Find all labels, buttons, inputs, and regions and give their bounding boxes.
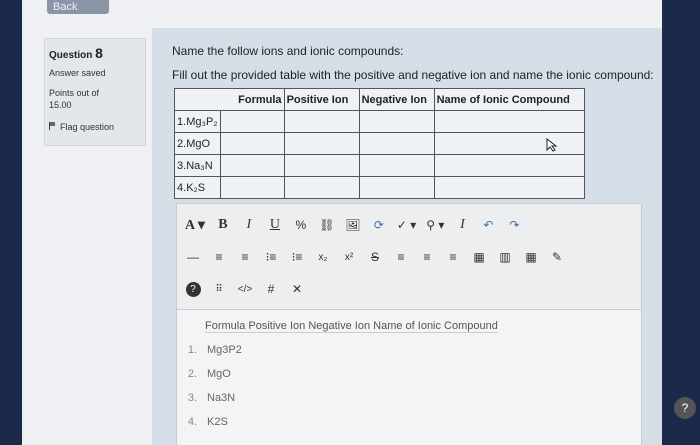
flag-question-link[interactable]: Flag question [49,122,114,132]
italic-button[interactable]: I [241,216,257,234]
back-button[interactable]: Back [47,0,109,14]
hash-icon[interactable]: # [263,280,279,298]
table-cell [433,110,585,133]
calculator-icon[interactable]: ▦ [523,248,539,266]
outdent-icon[interactable]: ≡ [419,248,435,266]
table-cell-formula: 3.Na₃N [174,154,221,177]
table-cell [283,154,360,177]
bold-button[interactable]: B [215,216,231,234]
table-cell [433,154,585,177]
numbered-list-icon[interactable]: ⁝≡ [289,248,305,266]
flag-icon [49,122,57,130]
table-cell [433,132,585,155]
table-icon[interactable]: ▦ [471,248,487,266]
table-header-row: Formula Positive Ion Negative Ion Name o… [174,88,585,111]
horizontal-rule-icon[interactable]: — [185,248,201,266]
table-cell [219,132,285,155]
table-row: 1.Mg₃P₂ [174,110,585,133]
bullet-list-icon[interactable]: ⁝≡ [263,248,279,266]
highlight-dropdown[interactable]: ✓ ▾ [397,216,416,234]
mouse-cursor-icon [546,138,558,152]
rich-text-editor: A ▾ B I U % ⛓ 🖼 ⟳ ✓ ▾ ⚲ ▾ I ↶ ↷ — ≡ ≡ ⁝≡… [176,203,642,445]
strikethrough-button[interactable]: S [367,248,383,266]
table-cell [358,154,435,177]
question-prompt-2: Fill out the provided table with the pos… [172,68,654,82]
table-cell [358,110,435,133]
indent-icon[interactable]: ≡ [393,248,409,266]
table-cell [219,110,285,133]
question-prompt-1: Name the follow ions and ionic compounds… [172,44,404,58]
undo-icon[interactable]: ↶ [480,216,496,234]
special-chars-icon[interactable]: ⠿ [211,280,227,298]
table-cell [219,176,285,199]
answer-status: Answer saved [49,68,106,78]
question-number-value: 8 [95,45,103,61]
image-icon[interactable]: 🖼 [345,216,361,234]
table-row: 4.K₂S [174,176,585,199]
table-header: Formula [174,88,285,111]
table-cell [358,176,435,199]
columns-icon[interactable]: ▥ [497,248,513,266]
flag-label: Flag question [60,122,115,132]
edit-icon[interactable]: ✎ [549,248,565,266]
font-color-dropdown[interactable]: A ▾ [185,216,205,234]
align-right-icon[interactable]: ≡ [237,248,253,266]
editor-toolbar-row-1: A ▾ B I U % ⛓ 🖼 ⟳ ✓ ▾ ⚲ ▾ I ↶ ↷ [185,214,532,236]
table-header: Positive Ion [283,88,360,111]
answer-table-header: Formula Positive Ion Negative Ion Name o… [205,320,498,333]
list-item: 2. MgO [187,368,231,380]
table-cell [358,132,435,155]
redo-icon[interactable]: ↷ [506,216,522,234]
help-icon: ? [185,281,201,297]
help-button[interactable]: ? [185,280,201,298]
html-source-icon[interactable]: </> [237,280,253,298]
link-icon[interactable]: % [293,216,309,234]
editor-toolbar-row-2: — ≡ ≡ ⁝≡ ⁝≡ x₂ x² S ≡ ≡ ≡ ▦ ▥ ▦ ✎ [185,246,575,268]
question-info-panel: Question 8 Answer saved Points out of 15… [44,38,146,146]
table-cell [219,154,285,177]
unlink-icon[interactable]: ⛓ [319,216,335,234]
screen: Back Question 8 Answer saved Points out … [22,0,662,445]
table-cell [283,176,360,199]
align-left-icon[interactable]: ≡ [211,248,227,266]
table-row: 2.MgO [174,132,585,155]
question-prefix: Question [49,50,93,61]
media-icon[interactable]: ⟳ [371,216,387,234]
background-color-dropdown[interactable]: ⚲ ▾ [426,216,444,234]
points-label: Points out of [49,88,100,98]
table-cell [283,110,360,133]
answer-text-area[interactable]: Formula Positive Ion Negative Ion Name o… [177,309,641,445]
subscript-button[interactable]: x₂ [315,248,331,266]
table-cell-formula: 4.K₂S [174,176,221,199]
table-cell-formula: 1.Mg₃P₂ [174,110,221,133]
table-header: Negative Ion [358,88,435,111]
help-fab[interactable]: ? [674,397,696,419]
table-cell [433,176,585,199]
list-item: 3. Na3N [187,392,236,404]
table-cell-formula: 2.MgO [174,132,221,155]
list-item: 1. Mg3P2 [187,344,242,356]
justify-icon[interactable]: ≡ [445,248,461,266]
clear-formatting-button[interactable]: I [454,216,470,234]
table-row: 3.Na₃N [174,154,585,177]
table-header: Name of Ionic Compound [433,88,585,111]
question-table: Formula Positive Ion Negative Ion Name o… [174,88,585,199]
list-item: 4. K2S [187,416,228,428]
points-value: 15.00 [49,100,72,110]
question-number: Question 8 [49,45,103,61]
question-content: Name the follow ions and ionic compounds… [152,28,662,445]
underline-button[interactable]: U [267,216,283,234]
superscript-button[interactable]: x² [341,248,357,266]
editor-toolbar-row-3: ? ⠿ </> # ✕ [185,278,315,300]
fullscreen-icon[interactable]: ✕ [289,280,305,298]
table-cell [283,132,360,155]
